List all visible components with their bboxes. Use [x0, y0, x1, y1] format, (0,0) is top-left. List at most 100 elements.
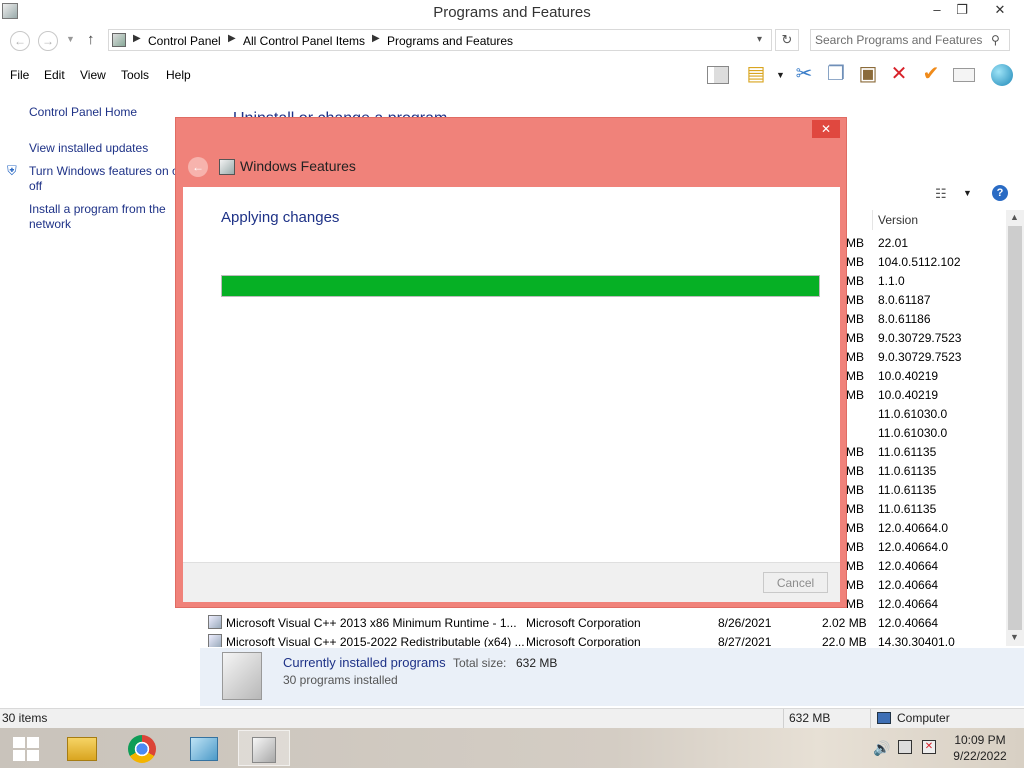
volume-icon[interactable]: 🔊 [873, 740, 890, 757]
search-icon[interactable]: ⚲ [991, 33, 1000, 47]
recent-locations-chevron-icon[interactable]: ▼ [66, 34, 75, 44]
file-explorer-taskbar-button[interactable] [56, 730, 108, 766]
program-icon [208, 634, 222, 647]
address-bar[interactable]: ▶ Control Panel ▶ All Control Panel Item… [108, 29, 772, 51]
row-size: MB [846, 597, 864, 611]
row-version: 12.0.40664.0 [878, 540, 949, 554]
menu-help[interactable]: Help [166, 68, 191, 82]
refresh-button[interactable]: ↻ [775, 29, 799, 51]
start-button[interactable] [0, 730, 52, 766]
status-divider [870, 709, 871, 728]
forward-button[interactable]: → [38, 31, 58, 51]
row-size: MB [846, 331, 864, 345]
row-size: MB [846, 445, 864, 459]
dialog-back-button[interactable]: ← [188, 157, 208, 177]
table-row[interactable]: Microsoft Visual C++ 2015-2022 Redistrib… [207, 633, 1005, 647]
globe-icon[interactable] [988, 60, 1016, 88]
chrome-icon [128, 735, 156, 764]
total-size-value: 632 MB [516, 656, 558, 670]
breadcrumb-separator-icon[interactable]: ▶ [133, 33, 141, 44]
folder-options-dropdown-icon[interactable]: ▼ [776, 70, 785, 80]
view-options-dropdown-icon[interactable]: ▼ [963, 188, 972, 198]
install-from-network-link[interactable]: Install a program from the network [29, 202, 166, 232]
copy-icon[interactable]: ❐ [822, 60, 850, 88]
cancel-button[interactable]: Cancel [763, 572, 828, 593]
status-location: Computer [897, 711, 950, 725]
check-icon[interactable]: ✔ [917, 60, 945, 88]
windows-logo-icon [13, 737, 39, 762]
row-version: 1.1.0 [878, 274, 905, 288]
cut-icon[interactable]: ✂ [790, 60, 818, 88]
details-pane: Currently installed programs Total size:… [200, 648, 1024, 706]
row-version: 11.0.61135 [878, 445, 937, 459]
turn-windows-features-link[interactable]: Turn Windows features on o off [29, 164, 179, 194]
close-button[interactable]: ✕ [987, 0, 1013, 22]
properties-icon[interactable] [950, 60, 978, 88]
folder-options-icon[interactable]: ▤ [742, 60, 770, 88]
windows-features-icon [219, 159, 235, 175]
scroll-up-icon[interactable]: ▲ [1010, 212, 1019, 222]
status-bar: 30 items 632 MB Computer [0, 708, 1024, 728]
row-size: MB [846, 483, 864, 497]
row-version: 8.0.61186 [878, 312, 931, 326]
program-version: 14.30.30401.0 [878, 635, 955, 647]
delete-icon[interactable]: ✕ [885, 60, 913, 88]
version-column-header[interactable]: Version [878, 213, 918, 227]
restore-button[interactable]: ❐ [949, 0, 975, 22]
title-bar: Programs and Features – ❐ ✕ [0, 0, 1024, 26]
programs-count: 30 programs installed [283, 673, 398, 687]
menu-file[interactable]: File [10, 68, 29, 82]
program-icon [208, 615, 222, 629]
paste-icon[interactable]: ▣ [854, 60, 882, 88]
control-panel-icon [190, 737, 218, 762]
action-center-icon[interactable]: ✕ [922, 740, 936, 754]
breadcrumb-programs-features[interactable]: Programs and Features [387, 34, 513, 48]
row-version: 8.0.61187 [878, 293, 931, 307]
taskbar: 🔊 ✕ 10:09 PM 9/22/2022 [0, 728, 1024, 768]
row-size: MB [846, 464, 864, 478]
vertical-scrollbar[interactable]: ▲ ▼ [1006, 210, 1024, 646]
row-version: 11.0.61135 [878, 464, 937, 478]
control-panel-taskbar-button[interactable] [178, 730, 230, 766]
dialog-close-button[interactable]: ✕ [812, 120, 840, 138]
breadcrumb-all-items[interactable]: All Control Panel Items [243, 34, 365, 48]
back-button[interactable]: ← [10, 31, 30, 51]
search-input[interactable] [815, 32, 985, 48]
breadcrumb-separator-icon[interactable]: ▶ [372, 33, 380, 44]
row-version: 22.01 [878, 236, 909, 250]
scroll-down-icon[interactable]: ▼ [1010, 632, 1019, 642]
menu-edit[interactable]: Edit [44, 68, 65, 82]
control-panel-home-link[interactable]: Control Panel Home [29, 105, 137, 120]
table-row[interactable]: Microsoft Visual C++ 2013 x86 Minimum Ru… [207, 614, 1005, 633]
scroll-thumb[interactable] [1008, 226, 1022, 630]
view-installed-updates-link[interactable]: View installed updates [29, 141, 148, 156]
row-version: 9.0.30729.7523 [878, 331, 962, 345]
status-size: 632 MB [789, 711, 831, 725]
taskbar-clock[interactable]: 10:09 PM 9/22/2022 [944, 733, 1016, 763]
row-version: 11.0.61030.0 [878, 407, 948, 421]
breadcrumb-separator-icon[interactable]: ▶ [228, 33, 236, 44]
search-box[interactable]: ⚲ [810, 29, 1010, 51]
programs-features-icon [252, 737, 276, 764]
breadcrumb-control-panel[interactable]: Control Panel [148, 34, 221, 48]
menu-tools[interactable]: Tools [121, 68, 149, 82]
row-size: MB [846, 274, 864, 288]
installed-programs-icon [222, 652, 262, 700]
up-button[interactable]: ↑ [87, 31, 95, 48]
menu-view[interactable]: View [80, 68, 106, 82]
program-version: 12.0.40664 [878, 616, 939, 630]
row-version: 11.0.61135 [878, 502, 937, 516]
program-size: 2.02 MB [822, 616, 867, 630]
row-size: MB [846, 578, 864, 592]
chrome-taskbar-button[interactable] [116, 730, 168, 766]
row-version: 9.0.30729.7523 [878, 350, 962, 364]
view-options-icon[interactable]: ☷ [935, 186, 947, 202]
install-link-line1: Install a program from the [29, 202, 166, 216]
help-icon[interactable]: ? [992, 185, 1008, 201]
network-icon[interactable] [898, 740, 912, 754]
programs-features-taskbar-button[interactable] [238, 730, 290, 766]
features-link-line2: off [29, 179, 43, 193]
address-dropdown-icon[interactable]: ▾ [757, 34, 762, 45]
minimize-button[interactable]: – [924, 0, 950, 22]
layout-pane-icon[interactable] [704, 60, 732, 88]
